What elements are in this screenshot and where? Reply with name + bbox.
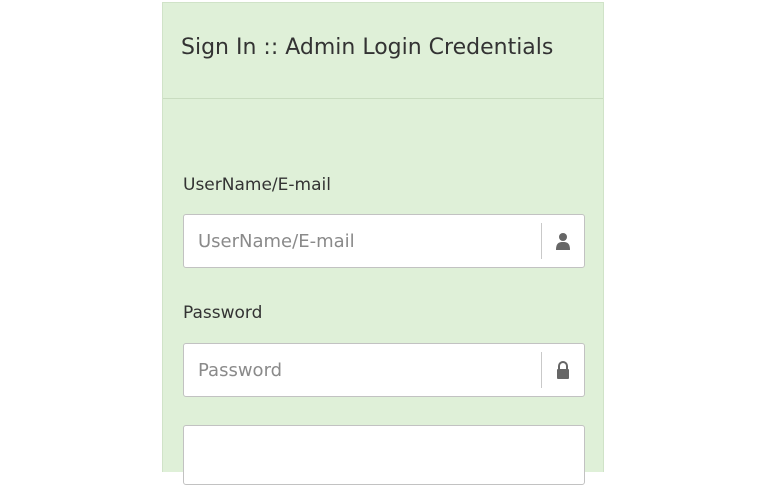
panel-title: Sign In :: Admin Login Credentials (181, 35, 554, 60)
username-label: UserName/E-mail (183, 175, 331, 195)
password-addon (541, 352, 584, 388)
captcha-box[interactable] (183, 425, 585, 485)
panel-header: Sign In :: Admin Login Credentials (163, 3, 603, 99)
username-input-group (183, 214, 585, 268)
login-panel: Sign In :: Admin Login Credentials UserN… (162, 2, 604, 485)
lock-icon (557, 361, 569, 379)
user-icon (556, 233, 570, 250)
password-input[interactable] (184, 343, 541, 397)
password-label: Password (183, 303, 263, 323)
username-addon (541, 223, 584, 259)
username-input[interactable] (184, 214, 541, 268)
password-input-group (183, 343, 585, 397)
